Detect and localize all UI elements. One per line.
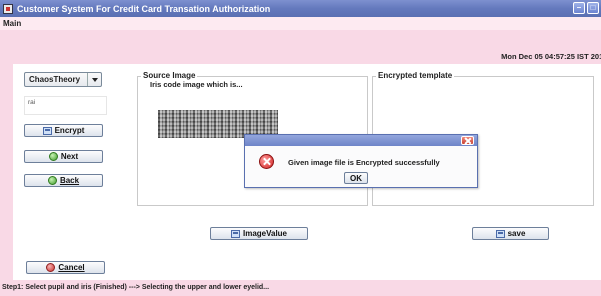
source-image-title: Source Image [141, 71, 198, 80]
algorithm-select[interactable]: ChaosTheory [24, 72, 102, 87]
image-value-button-label: ImageValue [242, 229, 288, 238]
close-icon[interactable] [461, 136, 474, 145]
green-circle-icon [47, 176, 57, 185]
save-button[interactable]: save [472, 227, 549, 240]
floppy-icon [495, 229, 505, 238]
chevron-down-icon[interactable] [87, 73, 101, 86]
app-icon [3, 3, 13, 14]
image-value-button[interactable]: ImageValue [210, 227, 308, 240]
back-button-label: Back [59, 176, 80, 185]
status-bar: Step1: Select pupil and iris (Finished) … [0, 280, 601, 296]
encrypted-template-title: Encrypted template [376, 71, 455, 80]
source-image-subtitle: Iris code image which is... [150, 80, 243, 89]
key-text-field[interactable]: rai [24, 96, 107, 115]
encrypted-success-dialog: Given image file is Encrypted successful… [244, 134, 478, 188]
encrypt-button[interactable]: Encrypt [24, 124, 103, 137]
ok-button[interactable]: OK [344, 172, 368, 184]
floppy-icon [230, 229, 240, 238]
red-circle-icon [46, 263, 56, 272]
next-button[interactable]: Next [24, 150, 103, 163]
next-button-label: Next [60, 152, 79, 161]
error-icon [259, 154, 274, 169]
algorithm-select-value: ChaosTheory [29, 75, 81, 84]
ok-button-label: OK [350, 173, 362, 183]
minimize-icon[interactable]: – [573, 2, 585, 14]
encrypt-button-label: Encrypt [54, 126, 85, 135]
window-title: Customer System For Credit Card Transati… [17, 3, 271, 14]
cancel-button-label: Cancel [58, 263, 85, 272]
maximize-icon[interactable]: □ [587, 2, 599, 14]
green-circle-icon [48, 152, 58, 161]
left-strip [0, 64, 13, 280]
floppy-icon [42, 126, 52, 135]
menubar: Main [0, 17, 601, 30]
save-button-label: save [507, 229, 526, 238]
datetime-label: Mon Dec 05 04:57:25 IST 2011 [501, 52, 601, 61]
dialog-message: Given image file is Encrypted successful… [288, 158, 440, 167]
back-button[interactable]: Back [24, 174, 103, 187]
window-title-bar[interactable]: Customer System For Credit Card Transati… [0, 0, 601, 17]
dialog-title-bar[interactable] [245, 135, 477, 146]
menu-main[interactable]: Main [3, 19, 21, 28]
status-text: Step1: Select pupil and iris (Finished) … [2, 284, 270, 291]
cancel-button[interactable]: Cancel [26, 261, 105, 274]
